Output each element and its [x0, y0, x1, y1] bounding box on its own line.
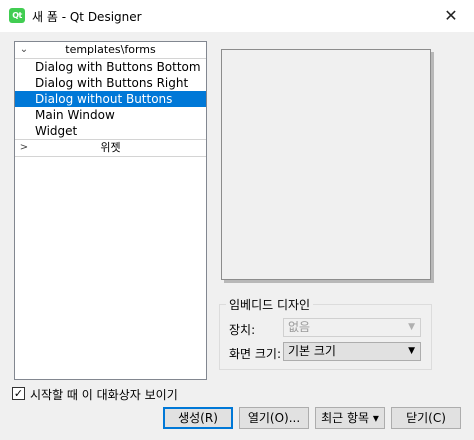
window-title: 새 폼 - Qt Designer: [32, 10, 142, 24]
category-templates-forms[interactable]: ⌄ templates\forms: [15, 42, 206, 59]
title-bar: Qt 새 폼 - Qt Designer ✕: [0, 0, 474, 32]
open-button[interactable]: 열기(O)...: [239, 407, 309, 429]
device-value: 없음: [288, 320, 311, 334]
device-label: 장치:: [229, 323, 256, 337]
screen-size-value: 기본 크기: [288, 344, 336, 358]
create-button[interactable]: 생성(R): [163, 407, 233, 429]
template-item-dialog-without-buttons[interactable]: Dialog without Buttons: [15, 91, 206, 107]
template-item-widget[interactable]: Widget: [15, 123, 206, 139]
dropdown-arrow-icon: ▼: [408, 346, 415, 356]
close-button[interactable]: 닫기(C): [391, 407, 461, 429]
chevron-right-icon[interactable]: >: [17, 140, 31, 156]
qt-app-icon: Qt: [9, 8, 25, 23]
recent-label: 최근 항목: [321, 411, 370, 425]
chevron-down-icon[interactable]: ⌄: [17, 42, 31, 58]
embedded-design-title: 임베디드 디자인: [226, 296, 314, 313]
template-item-dialog-buttons-bottom[interactable]: Dialog with Buttons Bottom: [15, 59, 206, 75]
category-label: templates\forms: [65, 43, 156, 56]
device-select[interactable]: 없음 ▼: [283, 318, 421, 337]
dropdown-arrow-icon: ▼: [408, 322, 415, 332]
show-on-startup-checkbox[interactable]: ✓: [12, 387, 25, 400]
close-window-button[interactable]: ✕: [428, 0, 474, 32]
template-item-main-window[interactable]: Main Window: [15, 107, 206, 123]
screen-size-label: 화면 크기:: [229, 347, 282, 361]
check-icon: ✓: [13, 387, 24, 400]
form-preview: [221, 49, 431, 280]
dropdown-arrow-icon: ▾: [372, 411, 379, 425]
category-widgets[interactable]: > 위젯: [15, 139, 206, 157]
screen-size-select[interactable]: 기본 크기 ▼: [283, 342, 421, 361]
template-tree[interactable]: ⌄ templates\forms Dialog with Buttons Bo…: [14, 41, 207, 380]
show-on-startup-label[interactable]: 시작할 때 이 대화상자 보이기: [30, 386, 178, 403]
recent-button[interactable]: 최근 항목 ▾: [315, 407, 385, 429]
template-item-dialog-buttons-right[interactable]: Dialog with Buttons Right: [15, 75, 206, 91]
category-label: 위젯: [100, 141, 121, 154]
close-icon: ✕: [444, 6, 458, 25]
